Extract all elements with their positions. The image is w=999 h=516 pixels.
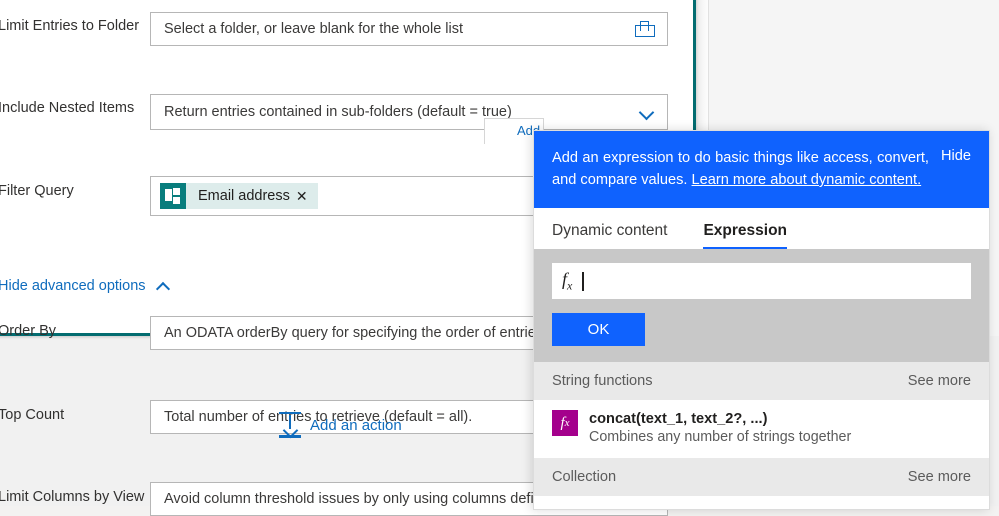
learn-more-link[interactable]: Learn more about dynamic content. <box>692 172 922 188</box>
chevron-up-icon <box>156 279 170 293</box>
form-row-include-nested-items: Include Nested Items Return entries cont… <box>0 41 696 130</box>
app-canvas: Limit Entries to Folder Select a folder,… <box>0 0 999 516</box>
see-more-collection[interactable]: See more <box>908 469 971 485</box>
label-top-count: Top Count <box>0 407 65 423</box>
ok-button[interactable]: OK <box>552 313 645 346</box>
placeholder-order-by: An ODATA orderBy query for specifying th… <box>164 325 548 341</box>
add-an-action-label: Add an action <box>310 416 402 434</box>
label-order-by: Order By <box>0 323 57 339</box>
form-row-filter-query: Filter Query Email address ✕ <box>0 82 696 216</box>
add-an-action-button[interactable]: Add an action <box>279 412 402 439</box>
fx-icon: fx <box>562 268 573 293</box>
section-header-collection: Collection See more <box>534 458 989 496</box>
expression-info-text: Add an expression to do basic things lik… <box>552 147 941 191</box>
hide-banner-button[interactable]: Hide <box>941 147 971 164</box>
function-signature-concat: concat(text_1, text_2?, ...) <box>589 411 768 427</box>
see-more-string-functions[interactable]: See more <box>908 373 971 389</box>
add-action-icon <box>279 412 301 439</box>
section-title-string-functions: String functions <box>552 373 653 389</box>
label-limit-columns-by-view: Limit Columns by View <box>0 489 145 505</box>
hide-advanced-options-label: Hide advanced options <box>0 278 146 294</box>
form-row-limit-entries-to-folder: Limit Entries to Folder Select a folder,… <box>0 0 696 46</box>
label-limit-entries-to-folder: Limit Entries to Folder <box>0 18 140 34</box>
text-cursor <box>582 271 584 291</box>
section-header-string-functions: String functions See more <box>534 362 989 400</box>
tab-expression[interactable]: Expression <box>703 222 787 249</box>
expression-info-banner: Add an expression to do basic things lik… <box>534 131 989 208</box>
placeholder-limit-entries-to-folder: Select a folder, or leave blank for the … <box>164 21 464 37</box>
panel-tabs: Dynamic content Expression <box>534 208 989 249</box>
section-title-collection: Collection <box>552 469 617 485</box>
hide-advanced-options-link[interactable]: Hide advanced options <box>0 278 170 294</box>
tab-dynamic-content[interactable]: Dynamic content <box>552 222 667 249</box>
expression-panel: Add an expression to do basic things lik… <box>533 130 990 510</box>
function-item-concat[interactable]: fx concat(text_1, text_2?, ...) Combines… <box>534 400 989 458</box>
function-fx-icon: fx <box>552 410 578 436</box>
function-description-concat: Combines any number of strings together <box>589 429 852 445</box>
expression-input[interactable]: fx <box>552 263 971 299</box>
folder-icon[interactable] <box>635 21 655 37</box>
expression-editor-area: fx OK <box>534 249 989 362</box>
